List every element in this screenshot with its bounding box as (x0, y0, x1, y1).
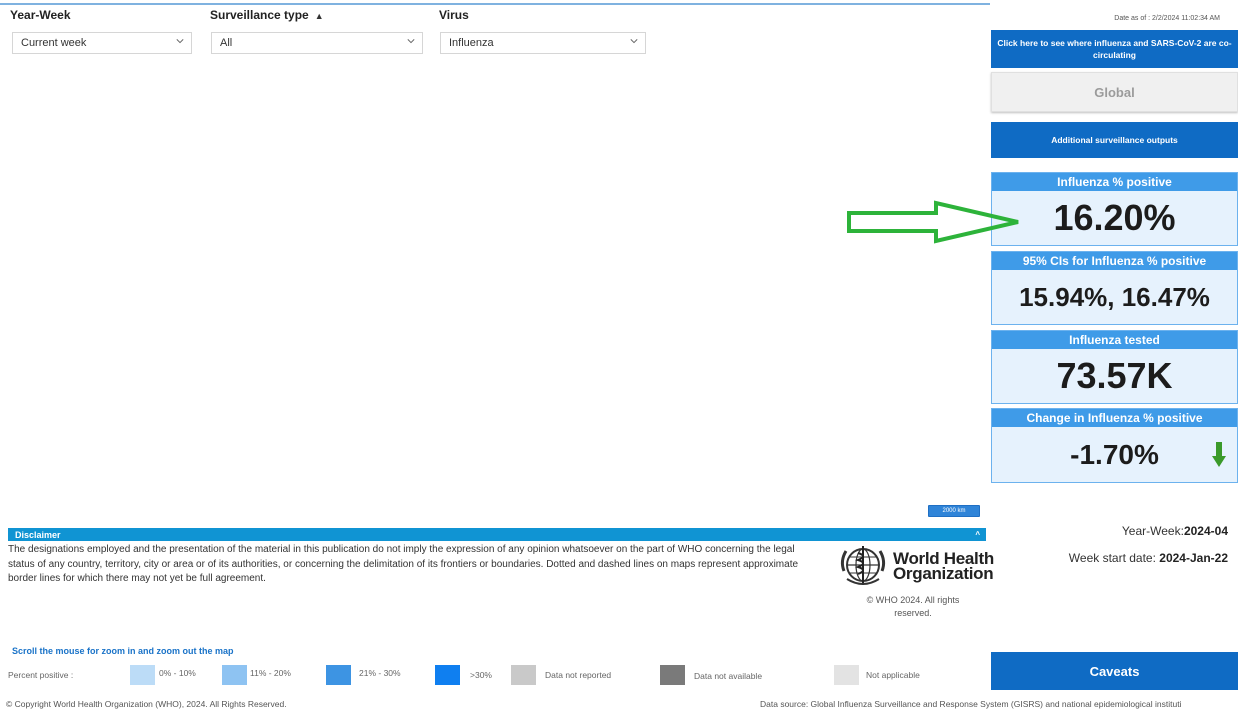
chevron-down-icon (176, 39, 184, 44)
who-copyright: © WHO 2024. All rights reserved. (846, 594, 980, 620)
surveillance-type-label: Surveillance type (210, 8, 309, 22)
change-card: Change in Influenza % positive -1.70% (991, 408, 1238, 483)
year-week-label: Year-Week (10, 8, 71, 22)
year-week-info: Year-Week:2024-04 (1020, 524, 1228, 538)
additional-outputs-button[interactable]: Additional surveillance outputs (991, 122, 1238, 158)
week-start-info: Week start date: 2024-Jan-22 (1020, 551, 1228, 565)
caret-up-icon[interactable]: ^ (975, 530, 980, 539)
percent-positive-value: 16.20% (1053, 197, 1176, 238)
percent-positive-title: Influenza % positive (992, 173, 1237, 191)
right-arrow-outline-icon (847, 200, 1019, 244)
top-divider (0, 3, 990, 5)
zoom-hint: Scroll the mouse for zoom in and zoom ou… (12, 646, 234, 656)
tested-title: Influenza tested (992, 331, 1237, 349)
ci-title: 95% CIs for Influenza % positive (992, 252, 1237, 270)
tested-value: 73.57K (1056, 355, 1173, 396)
year-week-value: Current week (21, 37, 87, 49)
tested-card: Influenza tested 73.57K (991, 330, 1238, 404)
legend-swatch-over-30 (435, 665, 460, 685)
ci-card: 95% CIs for Influenza % positive 15.94%,… (991, 251, 1238, 325)
legend-swatch-11-20 (222, 665, 247, 685)
virus-value: Influenza (449, 37, 494, 49)
virus-dropdown[interactable]: Influenza (440, 32, 646, 54)
percent-positive-card: Influenza % positive 16.20% (991, 172, 1238, 246)
legend-swatch-0-10 (130, 665, 155, 685)
footer-source: Data source: Global Influenza Surveillan… (760, 699, 1182, 709)
chevron-down-icon (407, 39, 415, 44)
legend-label-over-30: >30% (470, 670, 492, 680)
legend-label-21-30: 21% - 30% (359, 668, 401, 678)
who-name-line2: Organization (893, 564, 994, 583)
change-title: Change in Influenza % positive (992, 409, 1237, 427)
change-value: -1.70% (1070, 438, 1159, 470)
year-week-dropdown[interactable]: Current week (12, 32, 192, 54)
legend-swatch-not-available (660, 665, 685, 685)
legend-swatch-not-applicable (834, 665, 859, 685)
caveats-button[interactable]: Caveats (991, 652, 1238, 690)
sort-indicator-icon[interactable]: ▲ (315, 11, 324, 21)
cocirculating-button[interactable]: Click here to see where influenza and SA… (991, 30, 1238, 68)
disclaimer-text: The designations employed and the presen… (8, 544, 799, 584)
legend-title: Percent positive : (8, 670, 74, 680)
legend-label-not-reported: Data not reported (545, 670, 612, 680)
week-start-label: Week start date: (1068, 551, 1156, 565)
disclaimer-bar[interactable]: Disclaimer ^ (8, 528, 986, 541)
change-value-wrap: -1.70% (992, 427, 1237, 482)
who-copyright-line1: © WHO 2024. All rights (866, 595, 960, 605)
legend-swatch-21-30 (326, 665, 351, 685)
surveillance-type-value: All (220, 37, 233, 49)
legend-label-not-available: Data not available (694, 671, 763, 681)
who-copyright-line2: reserved. (894, 608, 932, 618)
chevron-down-icon (630, 39, 638, 44)
down-arrow-icon (1212, 442, 1226, 467)
map-scale-bar: 2000 km (928, 505, 980, 517)
virus-label: Virus (439, 8, 469, 22)
legend-label-0-10: 0% - 10% (159, 668, 196, 678)
legend-label-11-20: 11% - 20% (250, 668, 291, 678)
global-button[interactable]: Global (991, 72, 1238, 112)
date-as-of: Date as of : 2/2/2024 11:02:34 AM (1114, 15, 1220, 22)
legend-swatch-not-reported (511, 665, 536, 685)
legend-label-not-applicable: Not applicable (866, 670, 920, 680)
ci-value: 15.94%, 16.47% (1019, 281, 1210, 312)
surveillance-type-label-wrap: Surveillance type ▲ (210, 8, 324, 22)
surveillance-type-dropdown[interactable]: All (211, 32, 423, 54)
year-week-info-value: 2024-04 (1183, 524, 1228, 538)
week-start-value: 2024-Jan-22 (1159, 551, 1228, 565)
year-week-info-label: Year-Week: (1121, 524, 1184, 538)
disclaimer-title: Disclaimer (15, 529, 61, 540)
who-name: World Health Organization (893, 550, 994, 583)
footer-copyright: © Copyright World Health Organization (W… (6, 699, 287, 709)
who-emblem-icon (840, 546, 886, 585)
